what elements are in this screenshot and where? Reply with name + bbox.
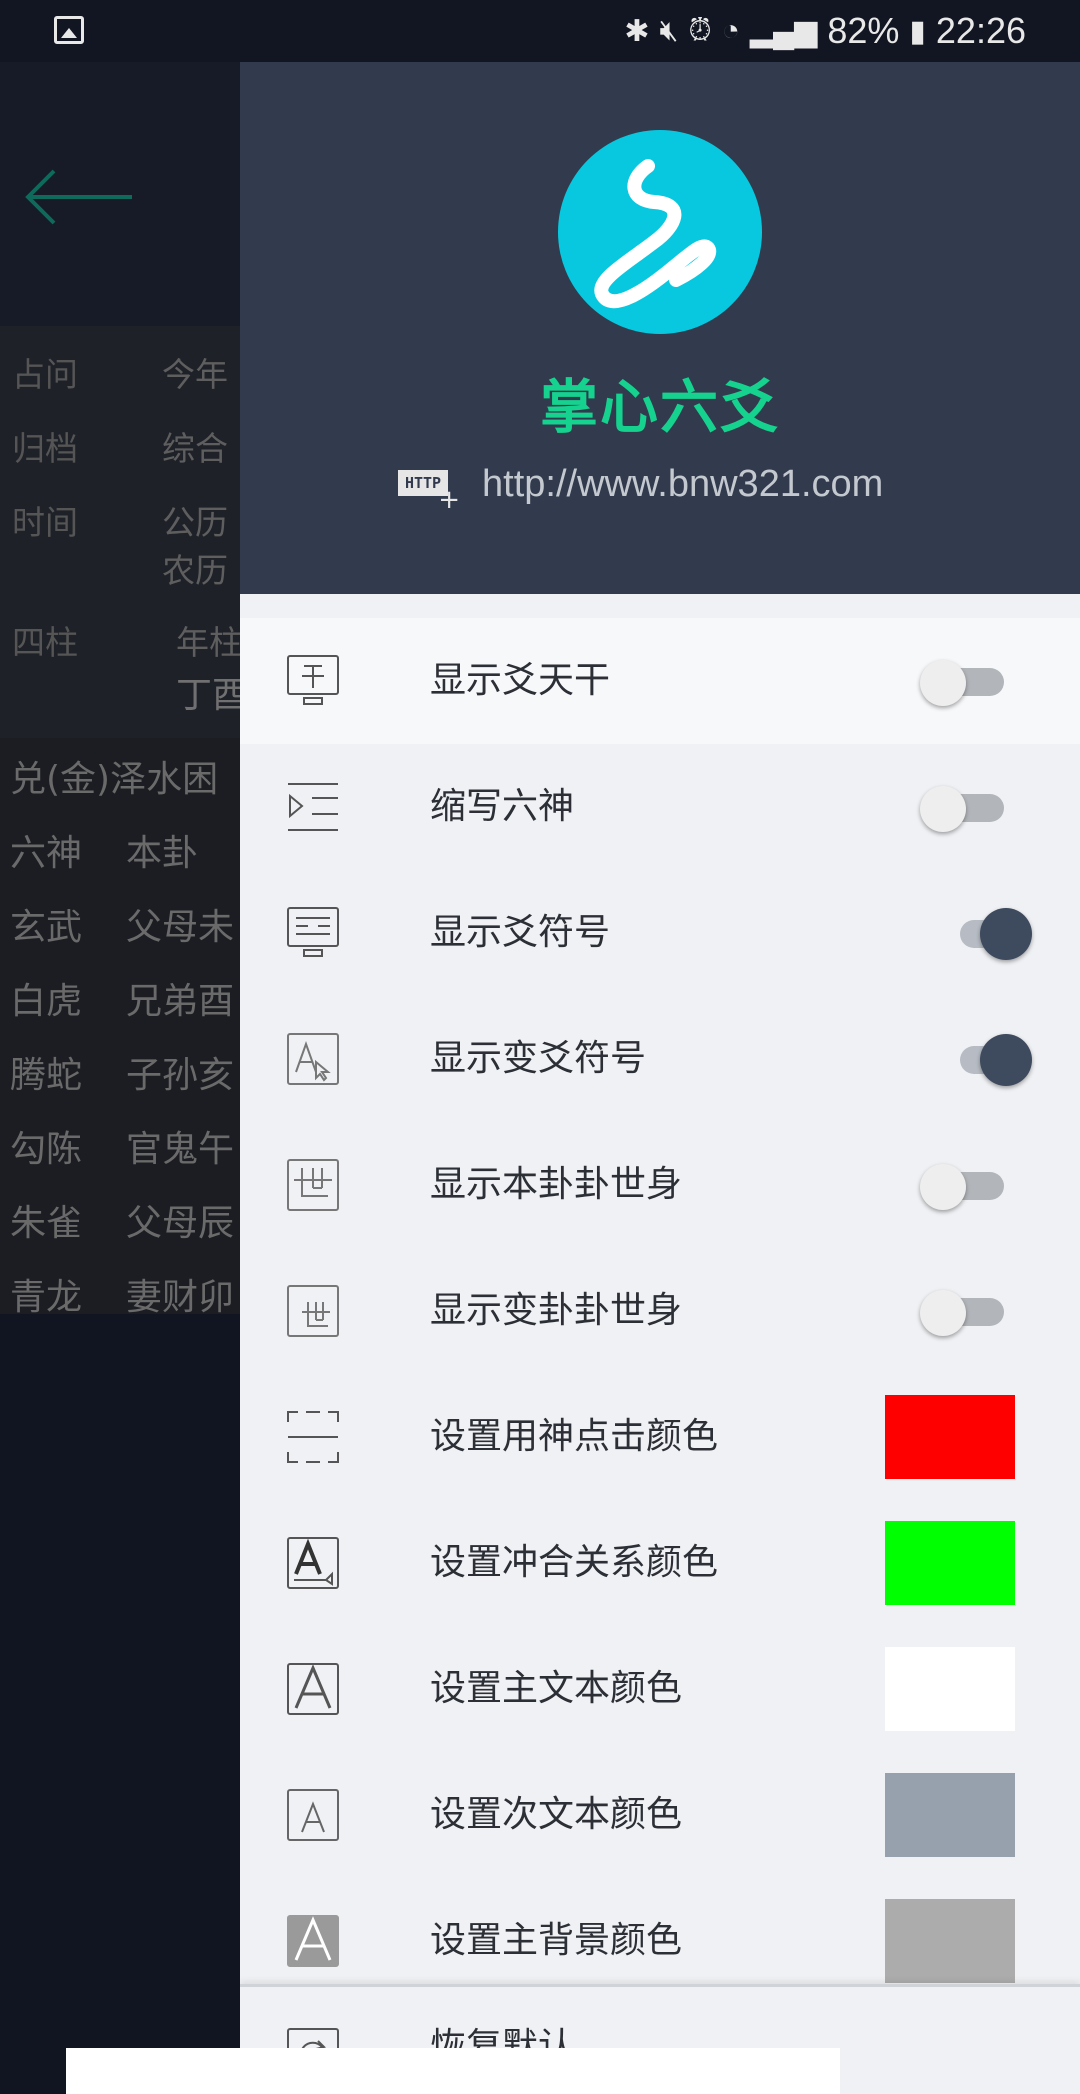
table-cell: 勾陈 [10, 1129, 83, 1170]
app-name: 掌心六爻 [539, 373, 780, 441]
bluetooth-icon: ✱ [624, 14, 650, 48]
toggle-switch[interactable] [940, 1034, 1040, 1086]
toggle-switch[interactable] [920, 786, 1020, 832]
setting-label: 显示爻符号 [430, 912, 611, 953]
setting-label: 显示本卦卦世身 [430, 1164, 683, 1205]
http-link-icon: HTTP + [398, 464, 460, 513]
table-cell: 妻财卯 [126, 1277, 235, 1318]
wifi-icon: ◔ [721, 14, 740, 47]
toggle-switch[interactable] [920, 1164, 1020, 1210]
info-label: 四柱 [12, 623, 78, 662]
table-cell: 腾蛇 [10, 1055, 83, 1096]
setting-label: 显示爻天干 [430, 660, 611, 701]
table-cell: 兄弟酉 [126, 981, 235, 1022]
setting-label: 设置用神点击颜色 [430, 1416, 719, 1457]
status-bar: ✱ 🔇︎ ⏰︎ ◔ ▂▄▆ 82% ▮ 22:26 [0, 0, 1080, 62]
info-label: 归档 [12, 429, 78, 468]
back-arrow-icon[interactable] [24, 167, 134, 227]
toggle-switch[interactable] [920, 660, 1020, 706]
hexagram-title: 兑(金)泽水困 [10, 759, 219, 800]
setting-show-yao-symbol[interactable]: 显示爻符号 [240, 870, 1080, 996]
toggle-switch[interactable] [940, 908, 1040, 960]
background-hexagram-table: 兑(金)泽水困 六神 本卦 玄武 父母未 白虎 兄弟酉 腾蛇 子孙亥 勾陈 官鬼… [0, 738, 240, 1318]
color-swatch-gray[interactable] [885, 1899, 1015, 1983]
table-header-cell: 六神 [10, 833, 83, 874]
table-cell: 朱雀 [10, 1203, 83, 1244]
font-filled-icon [287, 1915, 339, 1967]
app-logo [558, 130, 762, 334]
background-header [0, 62, 240, 326]
settings-drawer: 掌心六爻 HTTP + http://www.bnw321.com 显示爻天干 [240, 62, 1080, 2094]
battery-icon: ▮ [909, 14, 926, 48]
status-icons: ✱ 🔇︎ ⏰︎ ◔ ▂▄▆ 82% ▮ 22:26 [624, 8, 1026, 54]
gan-monitor-icon [287, 655, 339, 705]
table-cell: 父母未 [126, 907, 235, 948]
info-label: 占问 [12, 355, 78, 394]
table-cell: 白虎 [10, 981, 83, 1022]
color-swatch-slate[interactable] [885, 1773, 1015, 1857]
info-value: 今年 [162, 355, 228, 394]
setting-secondary-text-color[interactable]: 设置次文本颜色 [240, 1752, 1080, 1878]
setting-label: 设置冲合关系颜色 [430, 1542, 719, 1583]
font-fill-icon [287, 1537, 339, 1589]
info-value: 农历 [162, 551, 228, 590]
website-link[interactable]: HTTP + http://www.bnw321.com [398, 456, 883, 513]
website-url[interactable]: http://www.bnw321.com [482, 463, 883, 506]
gallery-notification-icon [54, 16, 84, 44]
font-large-icon [287, 1663, 339, 1715]
indent-list-icon [288, 783, 338, 831]
toggle-switch[interactable] [920, 1290, 1020, 1336]
color-swatch-green[interactable] [885, 1521, 1015, 1605]
symbol-monitor-icon [287, 907, 339, 957]
table-cell: 青龙 [10, 1277, 83, 1318]
shi-small-box-icon [287, 1285, 339, 1337]
info-value: 综合 [162, 429, 228, 468]
font-cursor-icon [287, 1033, 339, 1085]
color-swatch-white[interactable] [885, 1647, 1015, 1731]
setting-label: 缩写六神 [430, 786, 575, 827]
color-swatch-red[interactable] [885, 1395, 1015, 1479]
info-value: 丁酉 [176, 675, 240, 716]
clock: 22:26 [935, 10, 1026, 51]
battery-percent: 82% [827, 10, 900, 51]
setting-show-ben-gua-shi[interactable]: 显示本卦卦世身 [240, 1122, 1080, 1248]
info-label: 时间 [12, 503, 78, 542]
setting-label: 显示变卦卦世身 [430, 1290, 683, 1331]
info-value: 年柱 [176, 623, 240, 662]
setting-show-change-yao-symbol[interactable]: 显示变爻符号 [240, 996, 1080, 1122]
shi-box-icon [287, 1159, 339, 1211]
table-cell: 官鬼午 [126, 1129, 235, 1170]
setting-chonghe-color[interactable]: 设置冲合关系颜色 [240, 1500, 1080, 1626]
mute-icon: 🔇︎ [659, 14, 679, 47]
setting-show-bian-gua-shi[interactable]: 显示变卦卦世身 [240, 1248, 1080, 1374]
setting-show-yao-gan[interactable]: 显示爻天干 [240, 618, 1080, 744]
setting-main-text-color[interactable]: 设置主文本颜色 [240, 1626, 1080, 1752]
background-app: 占问 今年 归档 综合 时间 公历 农历 四柱 年柱 丁酉 兑(金)泽水困 六神… [0, 62, 240, 2094]
drawer-header: 掌心六爻 HTTP + http://www.bnw321.com [240, 62, 1080, 594]
info-value: 公历 [162, 503, 228, 542]
frame-corners-icon [287, 1411, 339, 1463]
table-header-cell: 本卦 [126, 833, 199, 874]
signal-icon: ▂▄▆ [749, 14, 818, 48]
nav-bar-overlay [66, 2048, 840, 2094]
background-info-panel: 占问 今年 归档 综合 时间 公历 农历 四柱 年柱 丁酉 [0, 326, 240, 738]
setting-abbrev-liushen[interactable]: 缩写六神 [240, 744, 1080, 870]
logo-mark-icon [594, 159, 717, 309]
setting-label: 显示变爻符号 [430, 1038, 647, 1079]
font-small-icon [287, 1789, 339, 1841]
table-cell: 玄武 [10, 907, 83, 948]
table-cell: 子孙亥 [126, 1055, 235, 1096]
table-cell: 父母辰 [126, 1203, 235, 1244]
setting-label: 设置次文本颜色 [430, 1794, 683, 1835]
alarm-icon: ⏰︎ [688, 14, 712, 47]
setting-yongshen-click-color[interactable]: 设置用神点击颜色 [240, 1374, 1080, 1500]
setting-label: 设置主文本颜色 [430, 1668, 683, 1709]
